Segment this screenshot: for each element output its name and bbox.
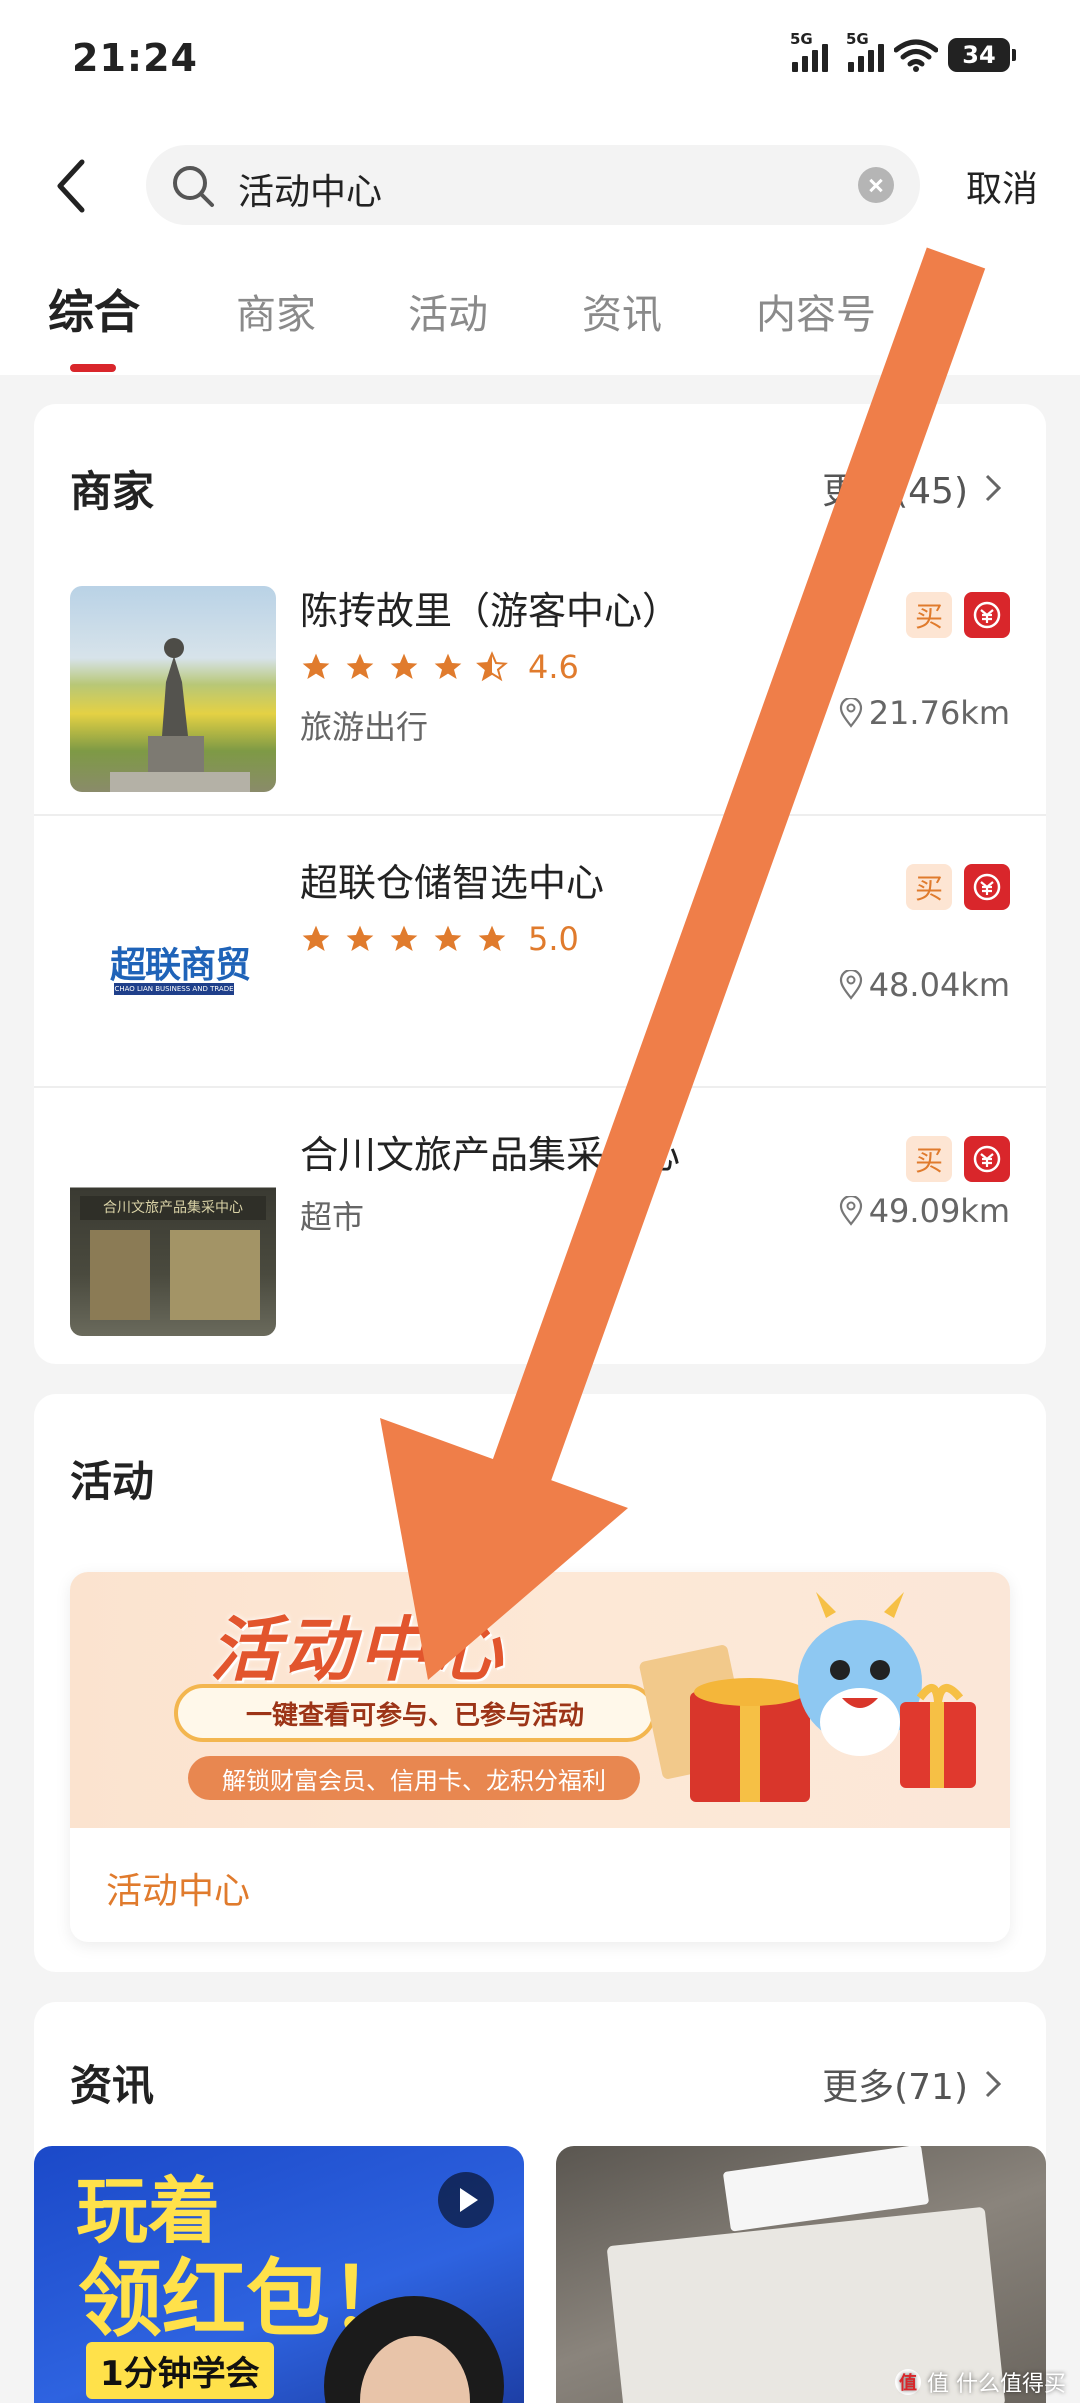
merchant-photo: [70, 586, 276, 792]
merchant-category: 超市: [300, 1198, 365, 1236]
watermark: 值 值 什么值得买: [895, 2366, 1066, 2398]
clear-icon[interactable]: [858, 167, 894, 203]
store-door: [90, 1230, 150, 1320]
merchant-badges: 买: [906, 1136, 1010, 1182]
search-box[interactable]: 活动中心: [146, 145, 920, 225]
merchants-card: 商家 更多(45) 陈抟故里（游客中心） 4.6 旅游出行 买 21.76km …: [34, 404, 1046, 1364]
star-icon: [302, 925, 330, 951]
store-window: [170, 1230, 260, 1320]
news-item-video[interactable]: 玩着 领红包！ 1分钟学会: [34, 2146, 524, 2403]
activity-card: 活动 活动中心 一键查看可参与、已参与活动 解锁财富会员、信用卡、龙积分福利 活…: [34, 1394, 1046, 1972]
location-pin-icon: [839, 1196, 862, 1226]
back-arrow-icon[interactable]: [48, 156, 98, 216]
buy-badge: 买: [906, 592, 952, 638]
buy-badge: 买: [906, 1136, 952, 1182]
digital-yuan-icon: [964, 864, 1010, 910]
star-icon: [478, 925, 506, 951]
logo-subtext: CHAO LIAN BUSINESS AND TRADE: [114, 983, 234, 995]
more-merchants-link[interactable]: 更多(45): [822, 462, 1002, 514]
search-icon: [173, 166, 214, 207]
dragon-mascot-gift-illustration: [639, 1592, 976, 1802]
banner-title: 活动中心: [210, 1609, 506, 1691]
merchant-distance: 48.04km: [839, 966, 1010, 1004]
cancel-button[interactable]: 取消: [966, 160, 1038, 212]
distance-label: 48.04km: [868, 966, 1010, 1004]
play-icon[interactable]: [438, 2172, 494, 2228]
news-headline-line3: 1分钟学会: [86, 2342, 274, 2399]
network-type-label: 5G: [846, 30, 869, 48]
banner-subtitle: 解锁财富会员、信用卡、龙积分福利: [188, 1756, 640, 1800]
battery-icon: 34: [948, 38, 1016, 72]
merchant-name: 超联仓储智选中心: [300, 861, 605, 905]
star-icon: [434, 925, 462, 951]
rating-score: 5.0: [528, 920, 579, 958]
system-icons: 5G 5G 34: [790, 30, 1016, 72]
rating-stars: 5.0: [300, 920, 579, 958]
search-row: 活动中心 取消: [0, 140, 1080, 230]
active-tab-indicator: [70, 364, 116, 372]
banner-pill: 一键查看可参与、已参与活动: [174, 1684, 656, 1742]
buy-badge: 买: [906, 864, 952, 910]
star-icon: [346, 925, 374, 951]
tab-activities[interactable]: 活动: [408, 282, 488, 340]
wifi-icon: [894, 39, 938, 72]
merchant-name: 陈抟故里（游客中心）: [300, 589, 681, 633]
star-icon: [302, 653, 330, 679]
section-title: 资讯: [70, 2061, 155, 2110]
more-label: 更多(71): [822, 2067, 968, 2108]
distance-label: 49.09km: [868, 1192, 1010, 1230]
tab-merchants[interactable]: 商家: [236, 282, 316, 340]
tab-overall[interactable]: 综合: [48, 276, 140, 342]
banner-caption: 活动中心: [106, 1871, 251, 1912]
cell-signal-icon: 5G: [790, 30, 828, 72]
store-sign: 合川文旅产品集采中心: [80, 1196, 266, 1220]
logo-text: 超联商贸: [110, 945, 251, 986]
rating-score: 4.6: [528, 648, 579, 686]
merchant-category: 旅游出行: [300, 708, 429, 746]
section-title: 活动: [70, 1457, 155, 1506]
section-title: 商家: [70, 467, 155, 516]
chevron-right-icon: [985, 474, 1002, 502]
tab-news[interactable]: 资讯: [582, 282, 662, 340]
merchant-item[interactable]: 陈抟故里（游客中心） 4.6 旅游出行 买 21.76km: [34, 544, 1046, 816]
digital-yuan-icon: [964, 592, 1010, 638]
network-type-label: 5G: [790, 30, 813, 48]
statue-image: [110, 638, 250, 792]
merchant-badges: 买: [906, 592, 1010, 638]
cell-signal-icon: 5G: [846, 30, 884, 72]
top-panel: 21:24 5G 5G 34 活动中心 取消 综合 商家 活动 资讯 内容号: [0, 0, 1080, 375]
distance-label: 21.76km: [868, 694, 1010, 732]
merchant-distance: 49.09km: [839, 1192, 1010, 1230]
more-label: 更多(45): [822, 471, 968, 512]
merchant-photo: 合川文旅产品集采中心: [70, 1130, 276, 1336]
merchant-distance: 21.76km: [839, 694, 1010, 732]
status-bar: 21:24 5G 5G 34: [0, 0, 1080, 120]
merchant-logo: 超联商贸 CHAO LIAN BUSINESS AND TRADE: [70, 858, 276, 1064]
rating-stars: 4.6: [300, 648, 579, 686]
status-time: 21:24: [72, 36, 198, 80]
half-star-icon: [476, 651, 508, 682]
chevron-right-icon: [985, 2070, 1002, 2098]
more-news-link[interactable]: 更多(71): [822, 2058, 1002, 2110]
merchant-item[interactable]: 超联商贸 CHAO LIAN BUSINESS AND TRADE 超联仓储智选…: [34, 816, 1046, 1088]
star-icon: [390, 925, 418, 951]
digital-yuan-icon: [964, 1136, 1010, 1182]
tab-bar: 综合 商家 活动 资讯 内容号: [0, 272, 1080, 372]
tab-content-accounts[interactable]: 内容号: [756, 282, 876, 340]
merchant-list: 陈抟故里（游客中心） 4.6 旅游出行 买 21.76km 超联商贸 CHAO …: [34, 544, 1046, 1364]
location-pin-icon: [839, 698, 862, 728]
watermark-text: 值 什么值得买: [927, 2372, 1066, 2397]
star-icon: [346, 653, 374, 679]
banner-image: 活动中心 一键查看可参与、已参与活动 解锁财富会员、信用卡、龙积分福利: [70, 1572, 1010, 1828]
merchant-item[interactable]: 合川文旅产品集采中心 合川文旅产品集采中心 超市 买 49.09km: [34, 1088, 1046, 1360]
merchant-name: 合川文旅产品集采中心: [300, 1133, 681, 1177]
location-pin-icon: [839, 970, 862, 1000]
search-input[interactable]: 活动中心: [238, 163, 382, 215]
star-icon: [434, 653, 462, 679]
watermark-logo-icon: 值: [895, 2369, 921, 2395]
star-icon: [390, 653, 418, 679]
news-item[interactable]: [556, 2146, 1046, 2403]
merchant-badges: 买: [906, 864, 1010, 910]
activity-center-banner[interactable]: 活动中心 一键查看可参与、已参与活动 解锁财富会员、信用卡、龙积分福利 活动中心: [70, 1572, 1010, 1942]
